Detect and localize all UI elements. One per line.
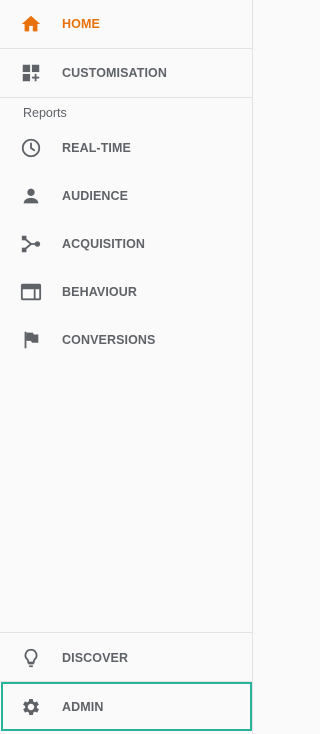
nav-item-conversions-label: CONVERSIONS bbox=[62, 333, 156, 347]
browser-window-icon bbox=[20, 281, 42, 303]
gear-icon bbox=[20, 696, 42, 718]
nav-item-behaviour[interactable]: BEHAVIOUR bbox=[0, 268, 252, 316]
nav-item-home[interactable]: HOME bbox=[0, 0, 252, 48]
nav-item-acquisition[interactable]: ACQUISITION bbox=[0, 220, 252, 268]
nav-item-audience[interactable]: AUDIENCE bbox=[0, 172, 252, 220]
clock-icon bbox=[20, 137, 42, 159]
home-icon bbox=[20, 13, 42, 35]
nav-item-discover-label: DISCOVER bbox=[62, 650, 129, 665]
person-icon bbox=[20, 185, 42, 207]
nav-item-home-label: HOME bbox=[62, 17, 100, 31]
nav-item-admin-label: ADMIN bbox=[62, 699, 104, 714]
nav-item-discover[interactable]: DISCOVER bbox=[0, 633, 252, 682]
nav-item-customisation[interactable]: CUSTOMISATION bbox=[0, 49, 252, 97]
branch-icon bbox=[20, 233, 42, 255]
nav-item-customisation-label: CUSTOMISATION bbox=[62, 66, 168, 80]
nav-item-admin[interactable]: ADMIN bbox=[0, 682, 252, 731]
sidebar-nav: HOME CUSTOMISATION Reports REAL-TIME AUD… bbox=[0, 0, 253, 734]
nav-item-real-time[interactable]: REAL-TIME bbox=[0, 124, 252, 172]
flag-icon bbox=[20, 329, 42, 351]
divider bbox=[0, 97, 252, 98]
lightbulb-icon bbox=[20, 647, 42, 669]
nav-item-real-time-label: REAL-TIME bbox=[62, 141, 131, 155]
nav-item-acquisition-label: ACQUISITION bbox=[62, 237, 146, 251]
reports-section-header: Reports bbox=[23, 106, 67, 120]
dashboard-plus-icon bbox=[20, 62, 42, 84]
nav-item-audience-label: AUDIENCE bbox=[62, 189, 129, 203]
nav-item-behaviour-label: BEHAVIOUR bbox=[62, 285, 137, 299]
nav-item-conversions[interactable]: CONVERSIONS bbox=[0, 316, 252, 364]
